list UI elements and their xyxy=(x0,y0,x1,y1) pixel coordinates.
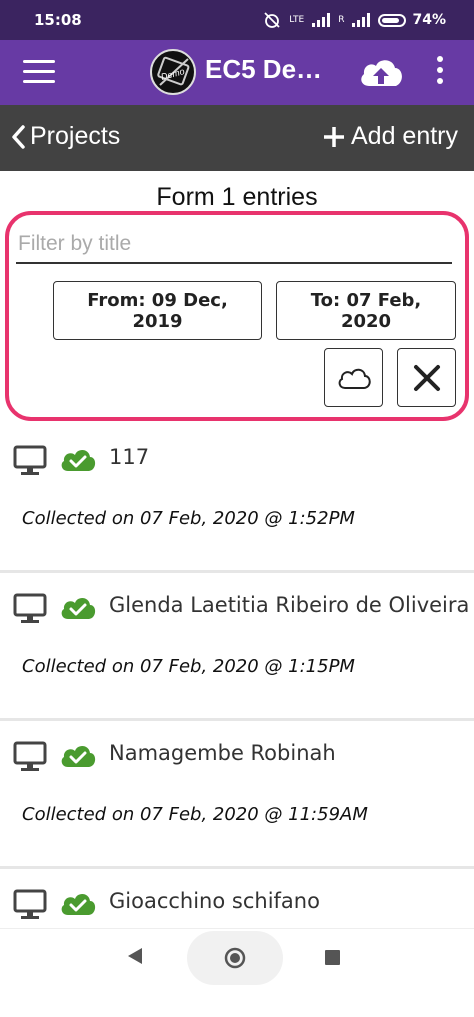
entry-row[interactable]: Namagembe Robinah Collected on 07 Feb, 2… xyxy=(0,721,474,869)
synced-cloud-icon xyxy=(61,597,96,619)
desktop-icon xyxy=(13,889,47,919)
network-type: LTE xyxy=(289,15,305,25)
entry-title: 117 xyxy=(109,445,150,469)
nav-bar: Projects Add entry xyxy=(0,105,474,171)
entry-row[interactable]: 117 Collected on 07 Feb, 2020 @ 1:52PM xyxy=(0,425,474,573)
home-circle-icon xyxy=(224,947,246,969)
clear-filter-button[interactable] xyxy=(397,348,456,407)
battery-percent: 74% xyxy=(412,12,446,28)
entry-title: Namagembe Robinah xyxy=(109,741,336,765)
entry-collected: Collected on 07 Feb, 2020 @ 11:59AM xyxy=(22,804,368,825)
home-button[interactable] xyxy=(187,931,283,985)
cloud-upload-icon[interactable] xyxy=(357,54,405,90)
filter-by-title-input[interactable] xyxy=(16,226,452,264)
desktop-icon xyxy=(13,445,47,475)
to-date-button[interactable]: To: 07 Feb, 2020 xyxy=(276,281,456,340)
entry-collected: Collected on 07 Feb, 2020 @ 1:52PM xyxy=(22,508,355,529)
synced-cloud-icon xyxy=(61,745,96,767)
synced-cloud-icon xyxy=(61,893,96,915)
more-vert-icon[interactable] xyxy=(434,56,446,90)
battery-icon xyxy=(378,13,407,27)
sync-filter-button[interactable] xyxy=(324,348,383,407)
plus-icon xyxy=(323,126,344,147)
back-to-projects-button[interactable]: Projects xyxy=(10,122,120,151)
chevron-left-icon xyxy=(12,124,25,149)
status-icons: LTE R 74% xyxy=(263,11,446,29)
app-bar: Demo EC5 De… xyxy=(0,40,474,105)
alarm-off-icon xyxy=(264,12,280,28)
roaming-indicator: R xyxy=(338,15,345,25)
back-triangle-icon[interactable] xyxy=(126,946,144,966)
add-entry-button[interactable]: Add entry xyxy=(323,122,458,151)
battery-indicator: 74% xyxy=(378,12,446,28)
menu-icon[interactable] xyxy=(23,60,55,84)
cloud-icon xyxy=(338,368,371,389)
status-bar: 15:08 LTE R 74% xyxy=(0,0,474,40)
add-entry-label: Add entry xyxy=(350,122,458,150)
logo-text: Demo xyxy=(160,66,186,82)
system-nav-bar xyxy=(0,928,474,986)
desktop-icon xyxy=(13,741,47,771)
synced-cloud-icon xyxy=(61,449,96,471)
signal-icon xyxy=(312,13,331,27)
close-icon xyxy=(413,364,440,391)
signal-icon-2 xyxy=(352,13,371,27)
recents-square-icon[interactable] xyxy=(325,950,340,965)
project-logo: Demo xyxy=(150,49,196,95)
entry-collected: Collected on 07 Feb, 2020 @ 1:15PM xyxy=(22,656,355,677)
entry-title: Gioacchino schifano xyxy=(109,889,320,913)
entry-row[interactable]: Glenda Laetitia Ribeiro de Oliveira Coll… xyxy=(0,573,474,721)
app-title: EC5 De… xyxy=(205,54,323,84)
entry-title: Glenda Laetitia Ribeiro de Oliveira xyxy=(109,593,470,617)
back-label: Projects xyxy=(30,122,121,150)
from-date-button[interactable]: From: 09 Dec, 2019 xyxy=(53,281,262,340)
desktop-icon xyxy=(13,593,47,623)
status-time: 15:08 xyxy=(34,11,82,29)
project-logo-graphic: Demo xyxy=(157,56,190,86)
page-title: Form 1 entries xyxy=(156,183,318,211)
